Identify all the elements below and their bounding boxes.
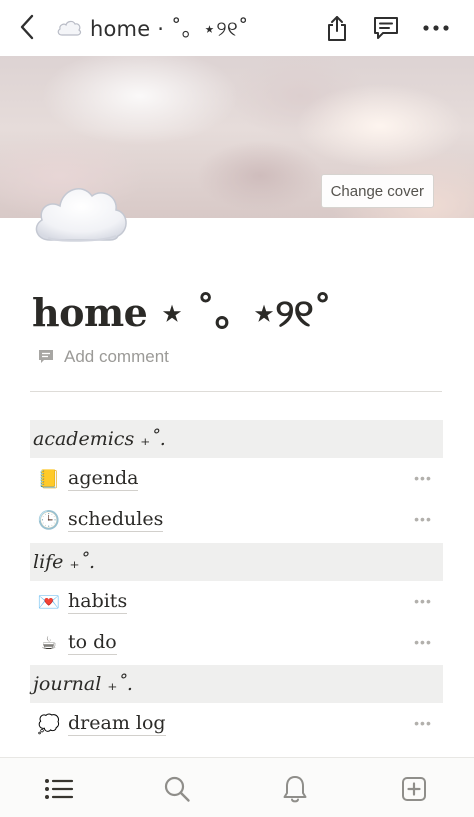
more-icon[interactable]: ••• — [413, 470, 433, 486]
back-button[interactable] — [12, 12, 42, 42]
more-button[interactable] — [420, 12, 452, 44]
breadcrumb[interactable]: home · ˚。⋆୨୧˚ — [56, 14, 249, 42]
page-title: home ⋆ ˚。⋆୨୧˚ — [32, 290, 332, 335]
tab-search[interactable] — [160, 772, 194, 806]
love-letter-icon: 💌 — [37, 591, 61, 612]
page-link-label: habits — [68, 590, 128, 615]
add-comment-button[interactable]: Add comment — [38, 344, 169, 370]
page-link-agenda[interactable]: 📒 agenda ••• — [30, 459, 443, 499]
bell-icon — [283, 776, 307, 803]
add-comment-label: Add comment — [64, 347, 169, 366]
section-header-life[interactable]: life ₊˚. — [30, 543, 443, 581]
more-icon[interactable]: ••• — [413, 511, 433, 527]
breadcrumb-title: home · ˚。⋆୨୧˚ — [90, 17, 249, 41]
more-icon[interactable]: ••• — [413, 634, 433, 650]
thought-bubble-icon: 💭 — [37, 713, 61, 734]
share-icon — [328, 16, 346, 41]
page-link-label: to do — [68, 631, 117, 656]
section-label: academics ₊˚. — [33, 428, 166, 450]
page-link-schedules[interactable]: 🕒 schedules ••• — [30, 500, 443, 540]
tab-sidebar[interactable] — [42, 772, 76, 806]
more-icon[interactable]: ••• — [413, 715, 433, 731]
list-icon — [45, 779, 74, 799]
section-label: life ₊˚. — [33, 551, 96, 573]
page-link-dream-log[interactable]: 💭 dream log ••• — [30, 704, 443, 744]
notebook-icon: 📒 — [37, 468, 61, 489]
comments-icon — [374, 17, 398, 39]
divider — [30, 391, 442, 392]
more-icon — [423, 25, 449, 31]
tab-new-page[interactable] — [397, 772, 431, 806]
comment-icon — [39, 350, 53, 363]
clock-icon: 🕒 — [37, 509, 61, 530]
section-header-journal[interactable]: journal ₊˚. — [30, 665, 443, 703]
section-header-academics[interactable]: academics ₊˚. — [30, 420, 443, 458]
change-cover-button[interactable]: Change cover — [320, 174, 434, 208]
top-nav-bar: home · ˚。⋆୨୧˚ — [0, 0, 474, 56]
page-link-label: dream log — [68, 712, 166, 737]
section-label: journal ₊˚. — [33, 673, 133, 695]
page-link-to-do[interactable]: ☕ to do ••• — [30, 623, 443, 663]
coffee-icon: ☕ — [40, 632, 58, 653]
more-icon[interactable]: ••• — [413, 593, 433, 609]
comments-button[interactable] — [370, 12, 402, 44]
chevron-left-icon — [20, 14, 34, 40]
page-link-label: agenda — [68, 467, 139, 492]
add-page-icon — [402, 777, 426, 801]
search-icon — [164, 776, 190, 802]
share-button[interactable] — [321, 12, 353, 44]
cloud-icon — [57, 20, 82, 36]
cloud-icon[interactable] — [30, 176, 132, 250]
tab-updates[interactable] — [278, 772, 312, 806]
page-link-habits[interactable]: 💌 habits ••• — [30, 582, 443, 622]
bottom-tab-bar — [0, 757, 474, 817]
page-link-label: schedules — [68, 508, 164, 533]
